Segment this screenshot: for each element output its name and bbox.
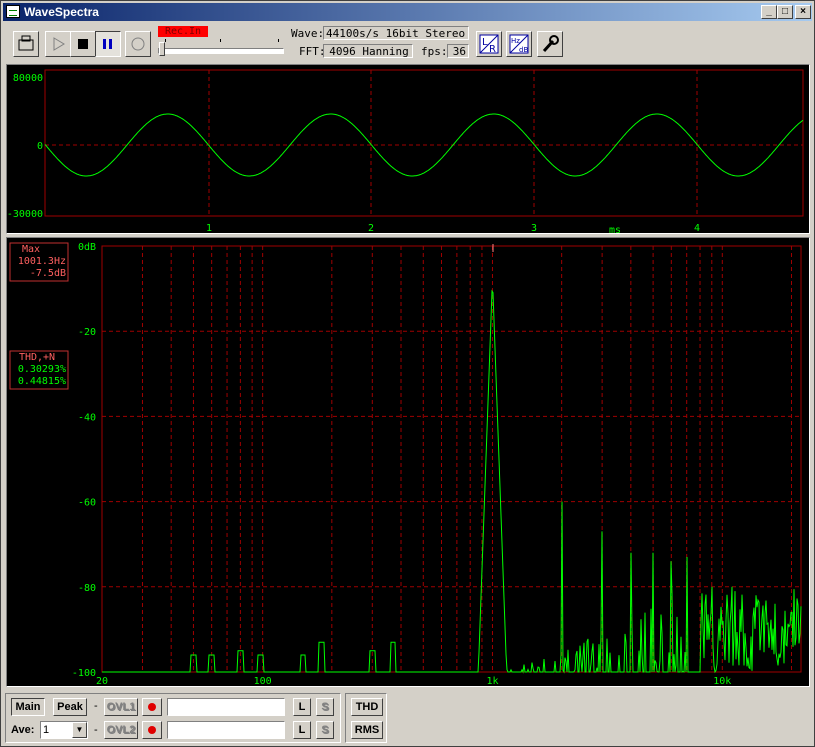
ave-label: Ave:: [11, 724, 35, 736]
hz-db-icon: Hz dB: [509, 34, 529, 54]
pause-icon: [103, 39, 112, 49]
play-button[interactable]: [45, 31, 71, 57]
peak-button[interactable]: Peak: [53, 698, 87, 716]
s-button-1[interactable]: S: [316, 698, 334, 716]
fft-setting-field[interactable]: 4096 Hanning: [323, 44, 413, 58]
window-title: WaveSpectra: [24, 5, 99, 19]
wave-x-tick-3: 3: [531, 223, 537, 233]
thdn-value: 0.44815%: [18, 376, 66, 387]
slider-thumb[interactable]: [159, 42, 165, 56]
record-2-button[interactable]: [142, 721, 162, 739]
spectrum-trace: [102, 289, 802, 674]
wave-x-tick-2: 2: [368, 223, 374, 233]
spectrum-y-tick: -80: [78, 583, 96, 594]
wave-y-tick-bottom: -30000: [7, 209, 43, 220]
ave-value: 1: [43, 724, 50, 736]
thd-title: THD,+N: [19, 352, 55, 363]
close-icon[interactable]: ×: [795, 5, 811, 19]
wave-y-tick-mid: 0: [37, 141, 43, 152]
rms-button[interactable]: RMS: [351, 721, 383, 739]
dash-2: -: [94, 724, 98, 736]
dash-1: -: [94, 700, 98, 712]
overlay-2-field[interactable]: [167, 721, 285, 739]
bottom-controls: Main Peak - OVL1 L S Ave: 1 ▼ - OVL2 L S…: [3, 691, 812, 745]
spectrum-y-tick: -100: [72, 668, 96, 679]
fps-label: fps:: [421, 45, 448, 58]
settings-button[interactable]: [537, 31, 563, 57]
spectrum-panel: 0dB -20 -40 -60 -80 -100 20 100 1k 10k Max 1001.…: [6, 237, 810, 687]
wave-x-unit: ms: [609, 225, 621, 233]
overlay-1-field[interactable]: [167, 698, 285, 716]
chevron-down-icon[interactable]: ▼: [72, 722, 87, 738]
record-icon: [131, 37, 145, 51]
lr-button[interactable]: L R: [476, 31, 502, 57]
wave-format-field: 44100s/s 16bit Stereo: [323, 26, 469, 40]
device-button[interactable]: [13, 31, 39, 57]
wrench-icon: [542, 35, 559, 53]
pause-button[interactable]: [95, 31, 121, 57]
ovl2-button[interactable]: OVL2: [104, 721, 138, 739]
wave-label: Wave:: [291, 27, 325, 40]
minimize-icon[interactable]: _: [761, 5, 777, 19]
svg-text:R: R: [489, 44, 496, 55]
thd-value: 0.30293%: [18, 364, 66, 375]
wave-x-tick-4: 4: [694, 223, 700, 233]
waveform-panel: 80000 0 -30000 1 2 3 4 ms: [6, 64, 810, 236]
waveform-chart: 80000 0 -30000 1 2 3 4 ms: [7, 69, 804, 236]
thd-button[interactable]: THD: [351, 698, 383, 716]
record-button[interactable]: [125, 31, 151, 57]
spectrum-x-tick: 10k: [713, 676, 731, 686]
main-button[interactable]: Main: [11, 698, 45, 716]
wave-y-tick-top: 80000: [13, 73, 43, 84]
record-dot-icon: [148, 726, 156, 734]
maximize-icon[interactable]: □: [777, 5, 793, 19]
fft-label: FFT:: [299, 45, 326, 58]
app-icon: [6, 5, 20, 18]
wave-x-tick-1: 1: [206, 223, 212, 233]
max-level: -7.5dB: [30, 268, 66, 279]
app-window: WaveSpectra _ □ × Rec.In Wave: 44100s/s …: [0, 0, 815, 747]
rec-in-label: Rec.In: [158, 26, 208, 37]
max-title: Max: [22, 244, 40, 255]
toolbar: Rec.In Wave: 44100s/s 16bit Stereo FFT: …: [3, 23, 812, 63]
title-bar: WaveSpectra _ □ ×: [3, 3, 812, 21]
s-button-2[interactable]: S: [316, 721, 334, 739]
spectrum-y-tick: -20: [78, 327, 96, 338]
record-dot-icon: [148, 703, 156, 711]
ovl1-button[interactable]: OVL1: [104, 698, 138, 716]
play-icon: [53, 37, 65, 51]
ave-select[interactable]: 1 ▼: [40, 721, 88, 739]
svg-text:dB: dB: [519, 46, 528, 54]
spectrum-y-tick: 0dB: [78, 242, 96, 253]
spectrum-x-tick: 100: [254, 676, 272, 686]
max-frequency: 1001.3Hz: [18, 256, 66, 267]
fps-value: 36: [447, 44, 469, 58]
spectrum-x-tick: 20: [96, 676, 108, 686]
stop-icon: [78, 39, 88, 49]
svg-text:Hz: Hz: [511, 37, 520, 45]
spectrum-x-tick: 1k: [486, 676, 498, 686]
spectrum-y-tick: -40: [78, 412, 96, 423]
spectrum-chart: 0dB -20 -40 -60 -80 -100 20 100 1k 10k Max 1001.…: [9, 242, 802, 687]
hz-db-button[interactable]: Hz dB: [506, 31, 532, 57]
device-icon: [18, 35, 34, 51]
l-button-1[interactable]: L: [293, 698, 311, 716]
l-button-2[interactable]: L: [293, 721, 311, 739]
spectrum-y-tick: -60: [78, 498, 96, 509]
stop-button[interactable]: [70, 31, 96, 57]
svg-text:L: L: [482, 37, 488, 48]
rec-level-slider[interactable]: [158, 48, 284, 54]
record-1-button[interactable]: [142, 698, 162, 716]
lr-icon: L R: [479, 34, 499, 55]
